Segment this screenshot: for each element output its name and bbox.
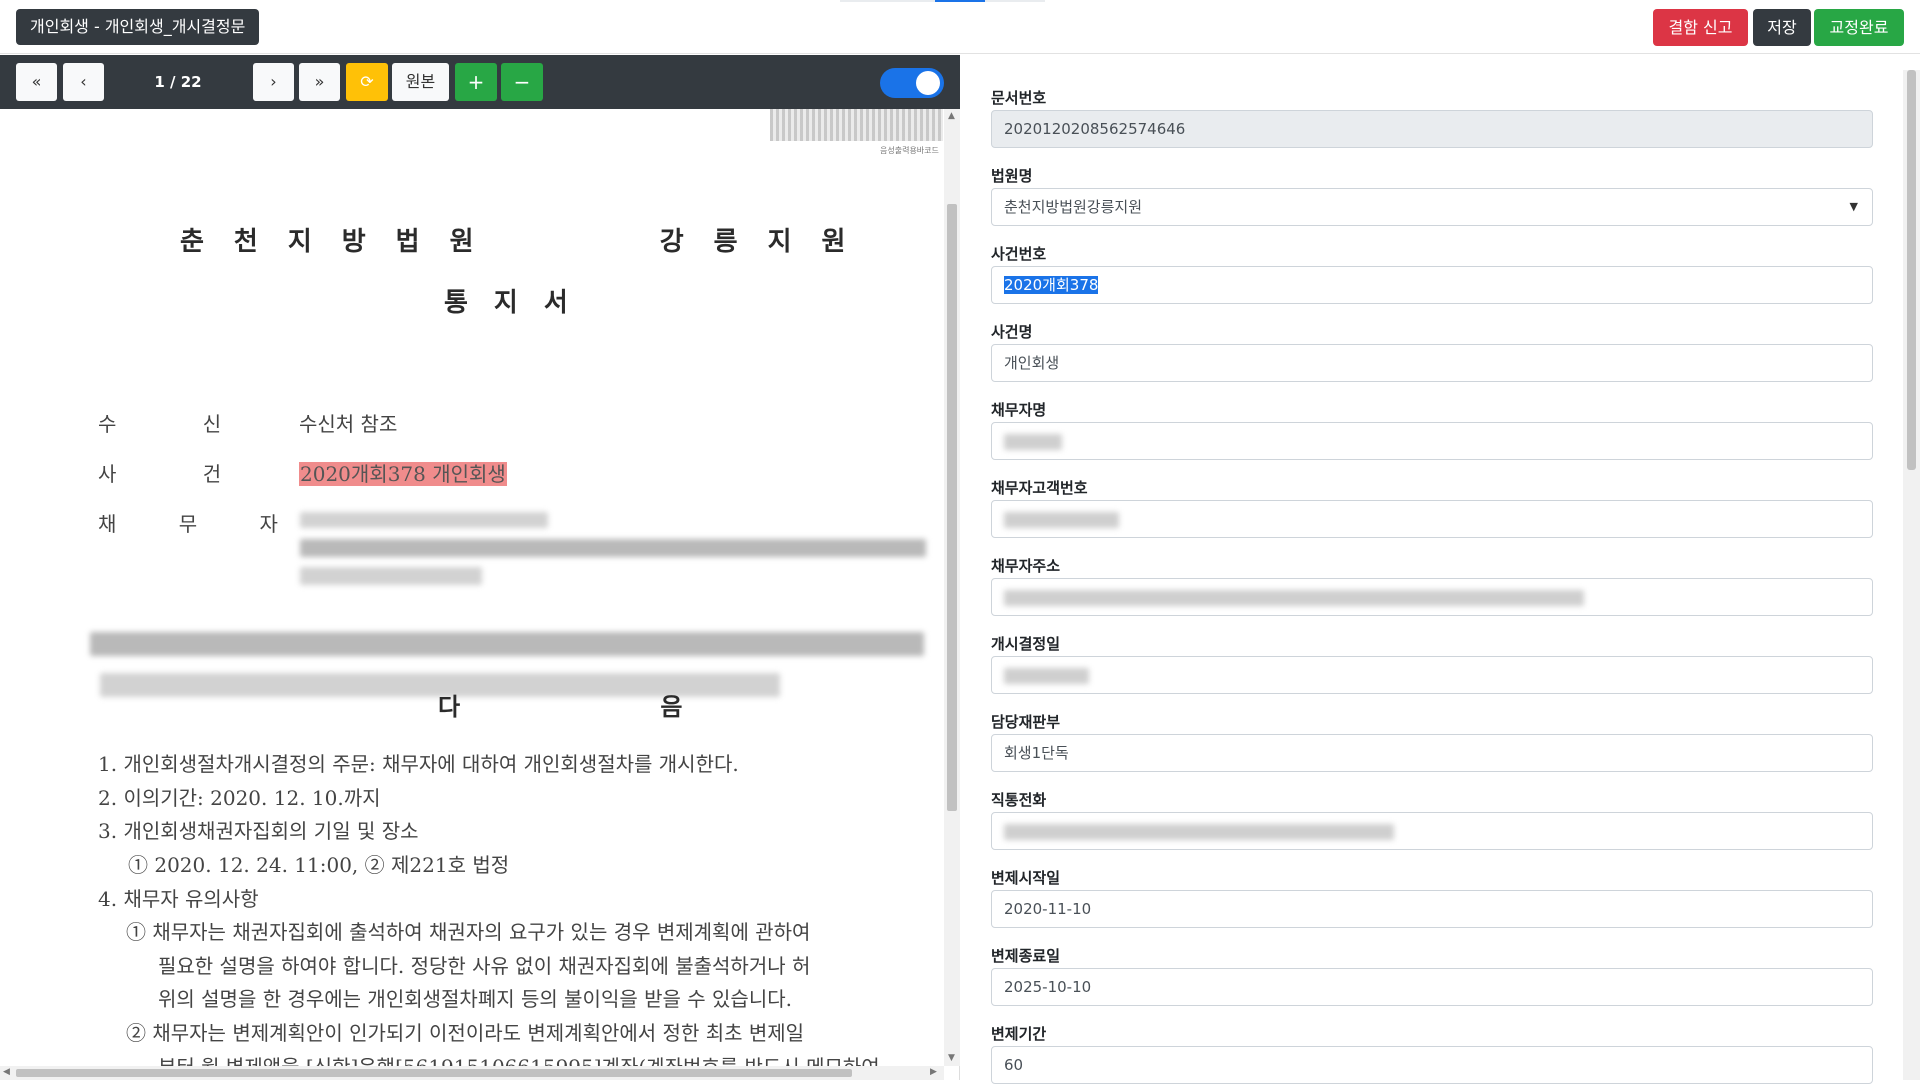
scroll-right-arrow[interactable]: ▶ [930,1067,937,1077]
last-page-button[interactable]: » [299,63,340,101]
first-page-button[interactable]: « [16,63,57,101]
redacted-debtor-address [300,567,482,585]
field-label: 채무자명 [991,401,1047,419]
scroll-left-arrow[interactable]: ◀ [3,1067,10,1077]
redacted-value [1004,433,1062,450]
field-label: 직통전화 [991,791,1047,809]
field-label: 개시결정일 [991,635,1061,653]
notice-title: 통지서 [444,288,594,318]
field-label: 변제종료일 [991,947,1061,965]
scrollbar-thumb[interactable] [16,1069,852,1077]
report-defect-button[interactable]: 결함 신고 [1653,9,1748,46]
redacted-value [1004,823,1394,840]
repayment-start-date-field[interactable]: 2020-11-10 [991,890,1873,928]
case-value: 2020개회378 개인회생 [299,458,507,487]
save-button[interactable]: 저장 [1753,9,1811,46]
document-line: 위의 설명을 한 경우에는 개인회생절차폐지 등의 불이익을 받을 수 있습니다… [158,987,792,1011]
top-tab-indicator [985,0,1045,2]
document-number-field[interactable]: 2020120208562574646 [991,110,1873,148]
next-page-button[interactable]: › [253,63,294,101]
document-line: 2. 이의기간: 2020. 12. 10.까지 [98,786,381,810]
direct-phone-field[interactable] [991,812,1873,850]
debtor-label: 채 무 자 [98,512,306,536]
view-mode-toggle[interactable] [880,68,944,98]
document-line: 부터 월 변제액을 [신한]은행[561915106615995]계좌(계좌번호… [158,1051,880,1066]
document-line: 3. 개인회생채권자집회의 기일 및 장소 [98,819,419,843]
repayment-end-date-field[interactable]: 2025-10-10 [991,968,1873,1006]
repayment-period-field[interactable]: 60 [991,1046,1873,1084]
case-number-field[interactable]: 2020개회378 [991,266,1873,304]
viewer-toolbar: « ‹ 1 / 22 › » ⟳ 원본 + − [0,55,960,109]
scrollbar-thumb[interactable] [947,204,957,811]
scroll-down-arrow[interactable]: ▼ [948,1053,955,1063]
redacted-value [1004,589,1584,606]
document-line: ② 채무자는 변제계획안이 인가되기 이전이라도 변제계획안에서 정한 최초 변… [126,1021,805,1045]
case-label: 사 건 [98,462,262,486]
document-viewer: « ‹ 1 / 22 › » ⟳ 원본 + − 음성출력용바코드 춘천지방법원 … [0,55,960,1080]
field-label: 변제시작일 [991,869,1061,887]
document-page: 음성출력용바코드 춘천지방법원 강릉지원 통지서 수 신 수신처 참조 사 건 … [0,109,944,1066]
document-vertical-scrollbar[interactable]: ▲ ▼ [944,109,960,1066]
court-title: 춘천지방법원 강릉지원 [180,227,876,257]
recipient-label: 수 신 [98,412,262,436]
minus-icon: − [513,70,531,94]
document-line: 필요한 설명을 하여야 합니다. 정당한 사유 없이 채권자집회에 불출석하거나… [158,954,811,978]
redacted-debtor-address [300,539,926,557]
redacted-value [1004,511,1119,528]
metadata-form: 문서번호 2020120208562574646 법원명 춘천지방법원강릉지원 … [961,55,1920,1084]
debtor-name-field[interactable] [991,422,1873,460]
debtor-customer-number-field[interactable] [991,500,1873,538]
complete-button[interactable]: 교정완료 [1814,9,1904,46]
document-line: 1. 개인회생절차개시결정의 주문: 채무자에 대하여 개인회생절차를 개시한다… [98,752,739,776]
barcode-caption: 음성출력용바코드 [880,146,939,155]
field-label: 담당재판부 [991,713,1061,731]
document-line: ① 채무자는 채권자집회에 출석하여 채권자의 요구가 있는 경우 변제계획에 … [126,920,811,944]
form-vertical-scrollbar[interactable] [1903,70,1920,1080]
case-name-field[interactable]: 개인회생 [991,344,1873,382]
barcode-stamp [770,109,943,141]
top-bar: 개인회생 - 개인회생_개시결정문 결함 신고 저장 교정완료 [0,0,1920,54]
field-label: 법원명 [991,167,1033,185]
field-label: 변제기간 [991,1025,1047,1043]
zoom-out-button[interactable]: − [501,63,543,101]
case-number-value: 2020개회378 [1004,276,1099,294]
document-line: ① 2020. 12. 24. 11:00, ② 제221호 법정 [128,853,510,877]
case-value-highlight: 2020개회378 개인회생 [299,462,507,486]
top-tab-indicator-active [935,0,985,2]
plus-icon: + [467,70,485,94]
recipient-value: 수신처 참조 [299,412,398,436]
document-horizontal-scrollbar[interactable]: ◀ ▶ [0,1066,944,1080]
court-name-select[interactable]: 춘천지방법원강릉지원 ▼ [991,188,1873,226]
commencement-date-field[interactable] [991,656,1873,694]
redacted-debtor-name [300,512,548,528]
scrollbar-thumb[interactable] [1907,70,1916,470]
court-name-value: 춘천지방법원강릉지원 [1004,198,1143,216]
chevron-down-icon: ▼ [1849,200,1858,213]
field-label: 문서번호 [991,89,1047,107]
redacted-value [1004,667,1089,684]
rotate-button[interactable]: ⟳ [346,63,388,101]
field-label: 채무자고객번호 [991,479,1088,497]
zoom-in-button[interactable]: + [455,63,497,101]
debtor-address-field[interactable] [991,578,1873,616]
field-label: 사건번호 [991,245,1047,263]
window-title: 개인회생 - 개인회생_개시결정문 [16,9,260,45]
prev-page-button[interactable]: ‹ [63,63,104,101]
section-heading: 다 음 [438,692,779,721]
redacted-paragraph [90,632,924,656]
document-line: 4. 채무자 유의사항 [98,887,259,911]
field-label: 사건명 [991,323,1033,341]
original-button[interactable]: 원본 [392,63,449,101]
rotate-icon: ⟳ [360,72,374,91]
top-tab-indicator [840,0,935,2]
page-indicator: 1 / 22 [154,73,202,91]
scroll-up-arrow[interactable]: ▲ [948,111,955,121]
court-division-field[interactable]: 회생1단독 [991,734,1873,772]
toggle-knob [916,71,940,95]
field-label: 채무자주소 [991,557,1061,575]
